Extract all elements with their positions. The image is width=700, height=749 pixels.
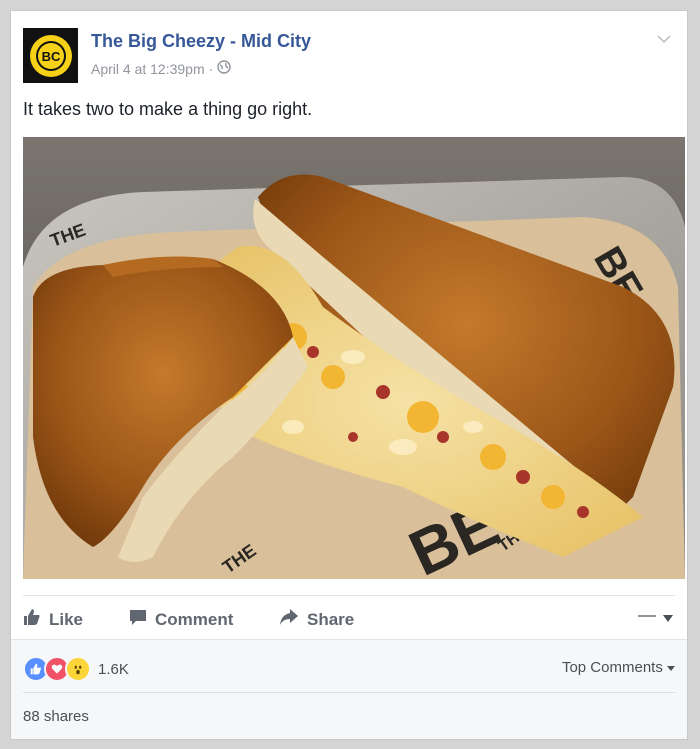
logo-icon[interactable]: BC: [23, 28, 78, 83]
post-timestamp[interactable]: April 4 at 12:39pm: [91, 61, 205, 77]
reactions-summary[interactable]: 1.6K: [23, 656, 129, 682]
logo-monogram: BC: [41, 49, 60, 64]
post-header: BC The Big Cheezy - Mid City April 4 at …: [23, 25, 675, 83]
shares-count[interactable]: 88 shares: [23, 708, 89, 725]
comment-button[interactable]: Comment: [129, 608, 233, 631]
chevron-down-icon: [667, 659, 675, 676]
post-text: It takes two to make a thing go right.: [23, 99, 313, 119]
like-label: Like: [49, 609, 84, 629]
chevron-down-icon[interactable]: [657, 31, 671, 49]
post-card: BC The Big Cheezy - Mid City April 4 at …: [10, 10, 688, 740]
meta-separator: ·: [208, 60, 214, 77]
share-arrow-icon: [279, 608, 299, 631]
page-name-link[interactable]: The Big Cheezy - Mid City: [91, 31, 311, 52]
top-comments-label: Top Comments: [561, 659, 663, 676]
like-thumb-icon: [23, 608, 41, 631]
share-label: Share: [307, 609, 355, 629]
comment-icon: [129, 608, 147, 631]
comment-label: Comment: [155, 609, 234, 629]
post-meta: April 4 at 12:39pm ·: [91, 60, 231, 77]
share-button[interactable]: Share: [279, 608, 354, 631]
viewer-icon: [637, 610, 657, 628]
action-bar: Like Comment Share: [23, 595, 675, 640]
like-button[interactable]: Like: [23, 608, 83, 631]
top-comments-dropdown[interactable]: Top Comments: [562, 659, 675, 676]
wow-reaction-icon: [65, 656, 91, 682]
reaction-count: 1.6K: [98, 660, 129, 678]
post-photo[interactable]: THE BE THE BE THE: [23, 137, 685, 579]
post-footer: 1.6K Top Comments 88 shares: [11, 639, 687, 739]
globe-icon[interactable]: [217, 60, 231, 77]
footer-divider: [23, 692, 675, 693]
chevron-down-icon: [663, 610, 673, 628]
viewer-selector[interactable]: [637, 610, 673, 628]
